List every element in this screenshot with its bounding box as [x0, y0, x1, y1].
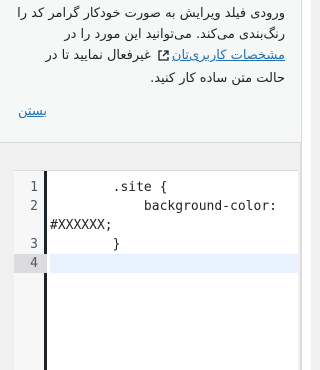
- code-line[interactable]: background-color:: [50, 197, 277, 216]
- customizer-panel: ورودی فیلد ویرایش به صورت خودکار گرامر ک…: [0, 0, 301, 370]
- code-line[interactable]: .site {: [50, 178, 168, 197]
- notice-text: ورودی فیلد ویرایش به صورت خودکار گرامر ک…: [14, 0, 285, 89]
- line-number: 2: [30, 199, 38, 214]
- css-code-editor[interactable]: 1 2 3 4 .site { background-color: #XXXXX…: [14, 170, 298, 370]
- code-editor-notice: ورودی فیلد ویرایش به صورت خودکار گرامر ک…: [0, 0, 301, 142]
- code-line[interactable]: }: [50, 235, 121, 254]
- active-line-highlight: [50, 254, 298, 273]
- line-number: 4: [30, 256, 38, 271]
- external-link-icon: [158, 47, 169, 68]
- code-line-wrapped[interactable]: #XXXXXX;: [50, 216, 113, 235]
- notice-text-before: ورودی فیلد ویرایش به صورت خودکار گرامر ک…: [17, 6, 285, 42]
- user-profile-link[interactable]: مشخصات کاربری‌تان: [172, 48, 285, 63]
- scrollbar[interactable]: [301, 0, 311, 370]
- close-notice-link[interactable]: بستن: [18, 104, 47, 119]
- line-number: 3: [30, 237, 38, 252]
- divider: [0, 142, 301, 143]
- line-number: 1: [30, 180, 38, 195]
- line-number-gutter: 1 2 3 4: [14, 171, 47, 370]
